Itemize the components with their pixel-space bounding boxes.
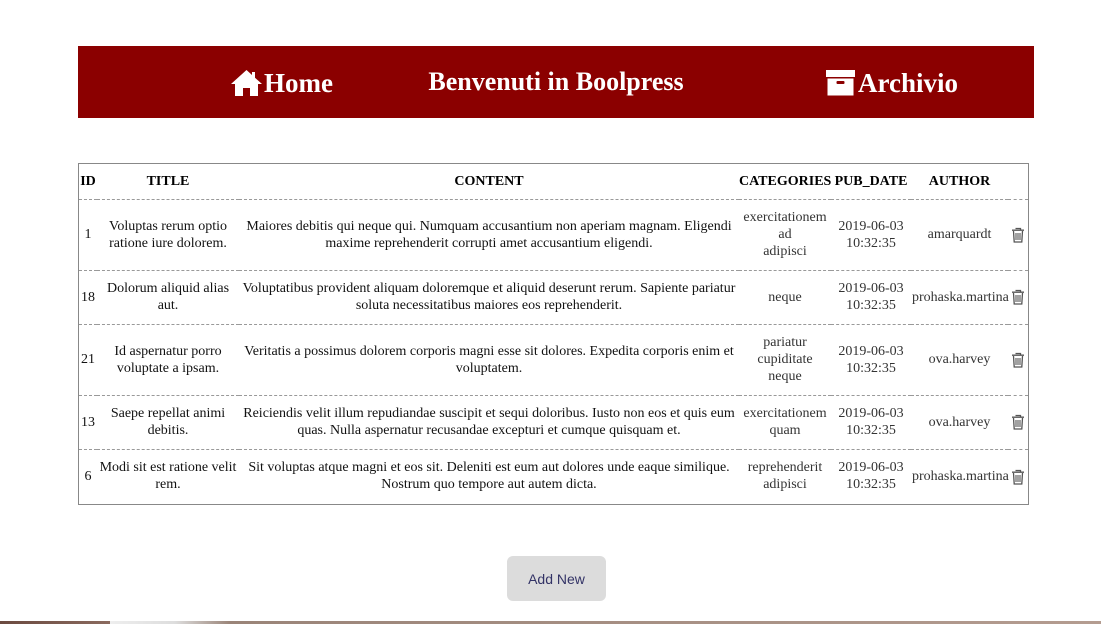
category-tag: exercitationem bbox=[743, 406, 827, 421]
cell-id: 21 bbox=[79, 324, 97, 396]
column-header: TITLE bbox=[97, 164, 239, 200]
category-tag: adipisci bbox=[763, 244, 807, 259]
column-header: CONTENT bbox=[239, 164, 739, 200]
nav-archive-link[interactable]: Archivio bbox=[824, 66, 958, 100]
cell-pub-date: 2019-06-03 10:32:35 bbox=[831, 199, 911, 271]
cell-actions bbox=[1008, 199, 1028, 271]
table-row: 1 Voluptas rerum optio ratione iure dolor… bbox=[79, 199, 1028, 271]
site-header: Home Benvenuti in Boolpress Archivio bbox=[78, 46, 1034, 118]
column-header: AUTHOR bbox=[911, 164, 1008, 200]
cell-actions bbox=[1008, 270, 1028, 325]
cell-author: prohaska.martina bbox=[911, 270, 1009, 325]
cell-actions bbox=[1008, 324, 1028, 396]
table-row: 18 Dolorum aliquid alias aut. Voluptatibus… bbox=[79, 270, 1028, 325]
trash-icon[interactable] bbox=[1011, 469, 1025, 485]
category-tag: ad bbox=[778, 227, 792, 242]
add-new-button[interactable]: Add New bbox=[507, 556, 606, 601]
cell-author: amarquardt bbox=[911, 199, 1008, 271]
table-row: 13 Saepe repellat animi debitis. Reiciendi… bbox=[79, 395, 1028, 450]
nav-archive-label: Archivio bbox=[858, 67, 958, 98]
cell-title: Id aspernatur porro voluptate a ipsam. bbox=[97, 324, 239, 396]
table-header-row: ID TITLE CONTENT CATEGORIES PUB_DATE AUTHOR bbox=[79, 164, 1028, 200]
cell-title: Modi sit est ratione velit rem. bbox=[99, 460, 237, 493]
column-header: CATEGORIES bbox=[739, 164, 831, 200]
table-row: 21 Id aspernatur porro voluptate a ipsam.… bbox=[79, 324, 1028, 396]
cell-author: ova.harvey bbox=[911, 324, 1008, 396]
cell-pub-date: 2019-06-03 10:32:35 bbox=[831, 324, 911, 396]
cell-title: Saepe repellat animi debitis. bbox=[97, 395, 239, 450]
cell-categories: exercitationem quam bbox=[739, 395, 831, 450]
cell-author: ova.harvey bbox=[911, 395, 1008, 450]
cell-id: 18 bbox=[79, 270, 97, 325]
cell-content: Maiores debitis qui neque qui. Numquam a… bbox=[239, 199, 739, 271]
column-header-actions bbox=[1008, 164, 1028, 200]
cell-title: Voluptas rerum optio ratione iure dolore… bbox=[97, 199, 239, 271]
cell-categories: exercitationem ad adipisci bbox=[739, 199, 831, 271]
cell-actions bbox=[1008, 449, 1028, 503]
category-tag: pariatur bbox=[763, 335, 807, 350]
posts-table-container: ID TITLE CONTENT CATEGORIES PUB_DATE AUTHOR 1… bbox=[78, 163, 1029, 505]
cell-id: 13 bbox=[79, 395, 97, 450]
trash-icon[interactable] bbox=[1011, 352, 1025, 368]
column-header: PUB_DATE bbox=[831, 164, 911, 200]
category-tag: adipisci bbox=[763, 477, 807, 493]
column-header: ID bbox=[79, 164, 97, 200]
cell-title: Dolorum aliquid alias aut. bbox=[97, 270, 239, 325]
trash-icon[interactable] bbox=[1011, 414, 1025, 430]
category-tag: cupiditate bbox=[757, 352, 813, 367]
category-tag: quam bbox=[769, 423, 801, 438]
trash-icon[interactable] bbox=[1011, 289, 1025, 305]
cell-content: Voluptatibus provident aliquam doloremqu… bbox=[239, 270, 739, 325]
table-row: 6 Modi sit est ratione velit rem. Sit volu… bbox=[79, 449, 1028, 503]
category-tag: neque bbox=[768, 369, 802, 384]
posts-table: ID TITLE CONTENT CATEGORIES PUB_DATE AUTHOR 1… bbox=[79, 164, 1028, 503]
category-tag: neque bbox=[768, 289, 802, 305]
cell-id: 6 bbox=[84, 468, 92, 484]
cell-pub-date: 2019-06-03 10:32:35 bbox=[831, 395, 911, 450]
trash-icon[interactable] bbox=[1011, 227, 1025, 243]
cell-content: Veritatis a possimus dolorem corporis ma… bbox=[239, 324, 739, 396]
cell-author: prohaska.martina bbox=[912, 468, 1009, 484]
cell-pub-date: 2019-06-03 10:32:35 bbox=[831, 270, 911, 325]
cell-id: 1 bbox=[79, 199, 97, 271]
category-tag: exercitationem bbox=[743, 210, 827, 225]
cell-pub-date: 2019-06-03 10:32:35 bbox=[838, 460, 904, 493]
cell-actions bbox=[1008, 395, 1028, 450]
category-tag: reprehenderit bbox=[747, 460, 823, 476]
cell-content: Reiciendis velit illum repudiandae susci… bbox=[239, 395, 739, 450]
cell-content: Sit voluptas atque magni et eos sit. Del… bbox=[248, 460, 730, 493]
cell-categories: reprehenderit adipisci bbox=[739, 449, 831, 503]
archive-icon bbox=[824, 69, 857, 97]
cell-categories: pariatur cupiditate neque bbox=[739, 324, 831, 396]
cell-categories: neque bbox=[739, 270, 831, 325]
